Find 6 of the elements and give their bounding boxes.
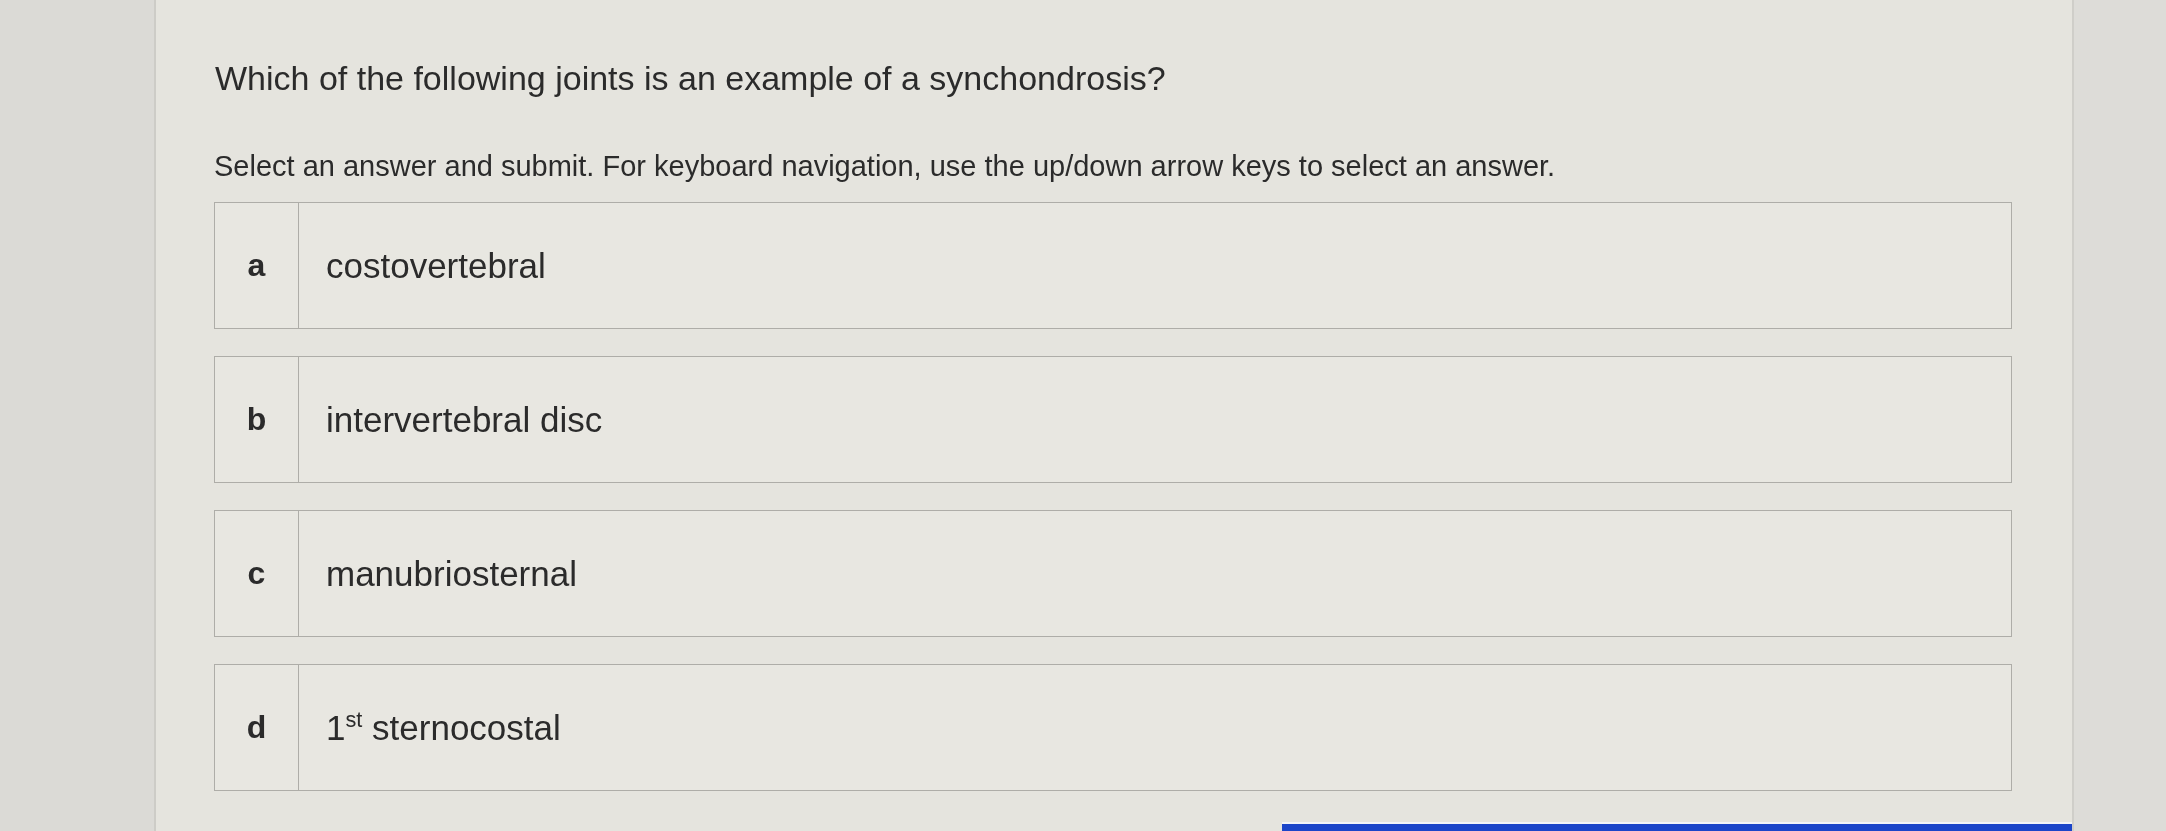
answer-option[interactable]: a costovertebral (214, 202, 2012, 329)
answer-option[interactable]: d 1$^{st}$ sternocostal (214, 664, 2012, 791)
answer-option[interactable]: b intervertebral disc (214, 356, 2012, 483)
instruction-text: Select an answer and submit. For keyboard navigation, use the up/down arrow keys to select an answer. (214, 149, 1556, 184)
answer-option[interactable]: c manubriosternal (214, 510, 2012, 637)
question-text: Which of the following joints is an example of a synchondrosis? (214, 58, 1166, 99)
